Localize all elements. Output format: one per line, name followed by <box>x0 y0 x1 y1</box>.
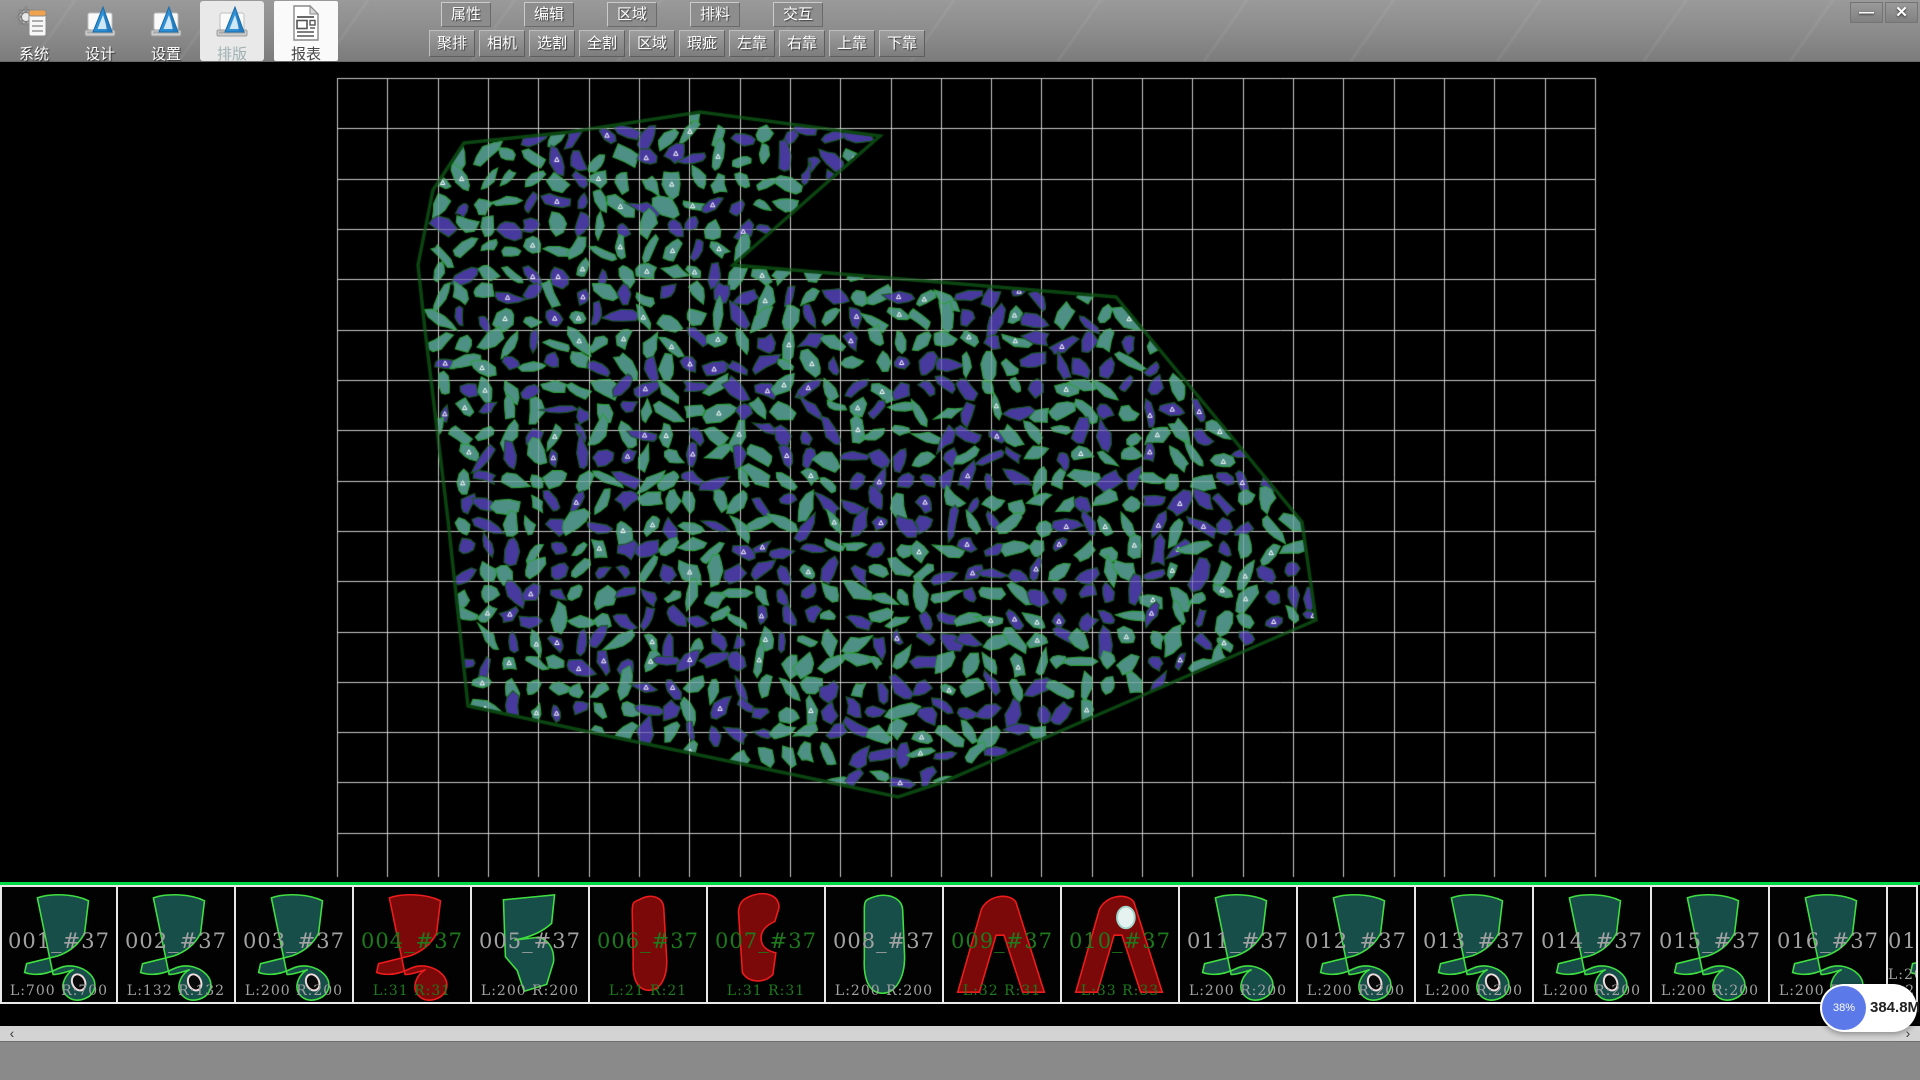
app-tab-system[interactable]: 系统 <box>2 1 66 61</box>
app-tab-settings[interactable]: 设置 <box>134 1 198 61</box>
piece-id-label: 010_#37 <box>1062 929 1178 953</box>
piece-id-label: 005_#37 <box>472 929 588 953</box>
piece-id-label: 012_#37 <box>1298 929 1414 953</box>
ruler-icon <box>147 4 185 42</box>
piece-thumbnail-007[interactable]: 007_#37 L:31 R:31 <box>708 885 826 1004</box>
system-icon <box>15 4 53 42</box>
app-tab-label: 设置 <box>151 43 181 64</box>
piece-lr-label: L:21 R:21 <box>590 983 706 999</box>
piece-thumbnail-002[interactable]: 002_#37 L:132 R:132 <box>118 885 236 1004</box>
report-icon <box>287 4 325 42</box>
app-tab-label: 系统 <box>19 43 49 64</box>
piece-lr-label: L:33 R:33 <box>1062 983 1178 999</box>
memory-value: 384.8M <box>1870 984 1920 1032</box>
tool-select-cut[interactable]: 选割 <box>529 30 575 57</box>
menu-nest[interactable]: 排料 <box>690 2 740 27</box>
memory-badge: 38% 384.8M <box>1820 984 1917 1032</box>
status-bar <box>0 1041 1920 1080</box>
nesting-canvas[interactable] <box>0 62 1920 882</box>
piece-thumbnail-015[interactable]: 015_#37 L:200 R:200 <box>1652 885 1770 1004</box>
piece-thumbnail-014[interactable]: 014_#37 L:200 R:200 <box>1534 885 1652 1004</box>
piece-lr-label: L:200 R:200 <box>1652 983 1768 999</box>
tool-cut-all[interactable]: 全割 <box>579 30 625 57</box>
piece-lr-label: L:700 R:700 <box>2 983 116 999</box>
piece-id-label: 001_#37 <box>2 929 116 953</box>
window-controls: — ✕ <box>1850 2 1918 23</box>
piece-id-label: 003_#37 <box>236 929 352 953</box>
application-window: 系统设计设置排版报表 属性编辑区域排料交互 聚排相机选割全割区域瑕疵左靠右靠上靠… <box>0 0 1920 1080</box>
piece-thumbnail-003[interactable]: 003_#37 L:200 R:200 <box>236 885 354 1004</box>
scroll-left-icon[interactable]: ‹ <box>4 1026 20 1041</box>
app-tab-bar: 系统 设计 设置 排版 报表 <box>2 1 338 61</box>
piece-lr-label: L:200 R:200 <box>236 983 352 999</box>
horizontal-scrollbar[interactable]: ‹ › <box>0 1026 1920 1041</box>
piece-id-label: 008_#37 <box>826 929 942 953</box>
piece-lr-label: L:31 R:31 <box>708 983 824 999</box>
ruler-icon <box>81 4 119 42</box>
piece-id-label: 013_#37 <box>1416 929 1532 953</box>
piece-thumbnail-005[interactable]: 005_#37 L:200 R:200 <box>472 885 590 1004</box>
app-tab-nesting[interactable]: 排版 <box>200 1 264 61</box>
piece-id-label: 007_#37 <box>708 929 824 953</box>
piece-thumbnail-strip: 001_#37L:700 R:700002_#37L:132 R:132003_… <box>0 885 1920 1004</box>
piece-id-label: 016_#37 <box>1770 929 1886 953</box>
menu-region[interactable]: 区域 <box>607 2 657 27</box>
piece-thumbnail-004[interactable]: 004_#37 L:31 R:31 <box>354 885 472 1004</box>
piece-lr-label: L:31 R:31 <box>354 983 470 999</box>
piece-id-label: 004_#37 <box>354 929 470 953</box>
tool-camera[interactable]: 相机 <box>479 30 525 57</box>
piece-lr-label: L:200 R:200 <box>1416 983 1532 999</box>
toolbar: 系统设计设置排版报表 属性编辑区域排料交互 聚排相机选割全割区域瑕疵左靠右靠上靠… <box>0 0 1920 62</box>
piece-lr-label: L:200 R:200 <box>1180 983 1296 999</box>
memory-percent-badge: 38% <box>1822 986 1866 1030</box>
piece-thumbnail-010[interactable]: 010_#37 L:33 R:33 <box>1062 885 1180 1004</box>
piece-thumbnail-001[interactable]: 001_#37 L:700 R:700 <box>0 885 118 1004</box>
tool-snap-up[interactable]: 上靠 <box>829 30 875 57</box>
minimize-button[interactable]: — <box>1850 2 1883 23</box>
tool-snap-left[interactable]: 左靠 <box>729 30 775 57</box>
piece-thumbnail-008[interactable]: 008_#37 L:200 R:200 <box>826 885 944 1004</box>
piece-thumbnail-012[interactable]: 012_#37 L:200 R:200 <box>1298 885 1416 1004</box>
app-tab-design[interactable]: 设计 <box>68 1 132 61</box>
tool-cluster-nest[interactable]: 聚排 <box>429 30 475 57</box>
tool-bar: 聚排相机选割全割区域瑕疵左靠右靠上靠下靠 <box>429 30 925 57</box>
piece-lr-label: L:200 R:200 <box>1534 983 1650 999</box>
app-tab-report[interactable]: 报表 <box>274 1 338 61</box>
piece-id-label: 017_#37 <box>1888 929 1916 953</box>
app-tab-label: 排版 <box>217 43 247 64</box>
piece-id-label: 011_#37 <box>1180 929 1296 953</box>
app-tab-label: 设计 <box>85 43 115 64</box>
piece-thumbnail-013[interactable]: 013_#37 L:200 R:200 <box>1416 885 1534 1004</box>
piece-id-label: 002_#37 <box>118 929 234 953</box>
app-tab-label: 报表 <box>291 43 321 64</box>
piece-id-label: 006_#37 <box>590 929 706 953</box>
tool-region[interactable]: 区域 <box>629 30 675 57</box>
piece-id-label: 015_#37 <box>1652 929 1768 953</box>
tool-defect[interactable]: 瑕疵 <box>679 30 725 57</box>
piece-lr-label: L:32 R:31 <box>944 983 1060 999</box>
close-button[interactable]: ✕ <box>1885 2 1918 23</box>
piece-thumbnail-006[interactable]: 006_#37 L:21 R:21 <box>590 885 708 1004</box>
menu-properties[interactable]: 属性 <box>441 2 491 27</box>
menu-edit[interactable]: 编辑 <box>524 2 574 27</box>
piece-lr-label: L:200 R:200 <box>826 983 942 999</box>
menu-bar: 属性 编辑 区域 排料 交互 <box>441 2 823 27</box>
piece-thumbnail-009[interactable]: 009_#37 L:32 R:31 <box>944 885 1062 1004</box>
tool-snap-down[interactable]: 下靠 <box>879 30 925 57</box>
piece-thumbnail-011[interactable]: 011_#37 L:200 R:200 <box>1180 885 1298 1004</box>
menu-interact[interactable]: 交互 <box>773 2 823 27</box>
piece-lr-label: L:132 R:132 <box>118 983 234 999</box>
piece-lr-label: L:200 R:200 <box>472 983 588 999</box>
tool-snap-right[interactable]: 右靠 <box>779 30 825 57</box>
ruler-icon <box>213 4 251 42</box>
piece-lr-label: L:200 R:200 <box>1298 983 1414 999</box>
piece-id-label: 014_#37 <box>1534 929 1650 953</box>
piece-id-label: 009_#37 <box>944 929 1060 953</box>
